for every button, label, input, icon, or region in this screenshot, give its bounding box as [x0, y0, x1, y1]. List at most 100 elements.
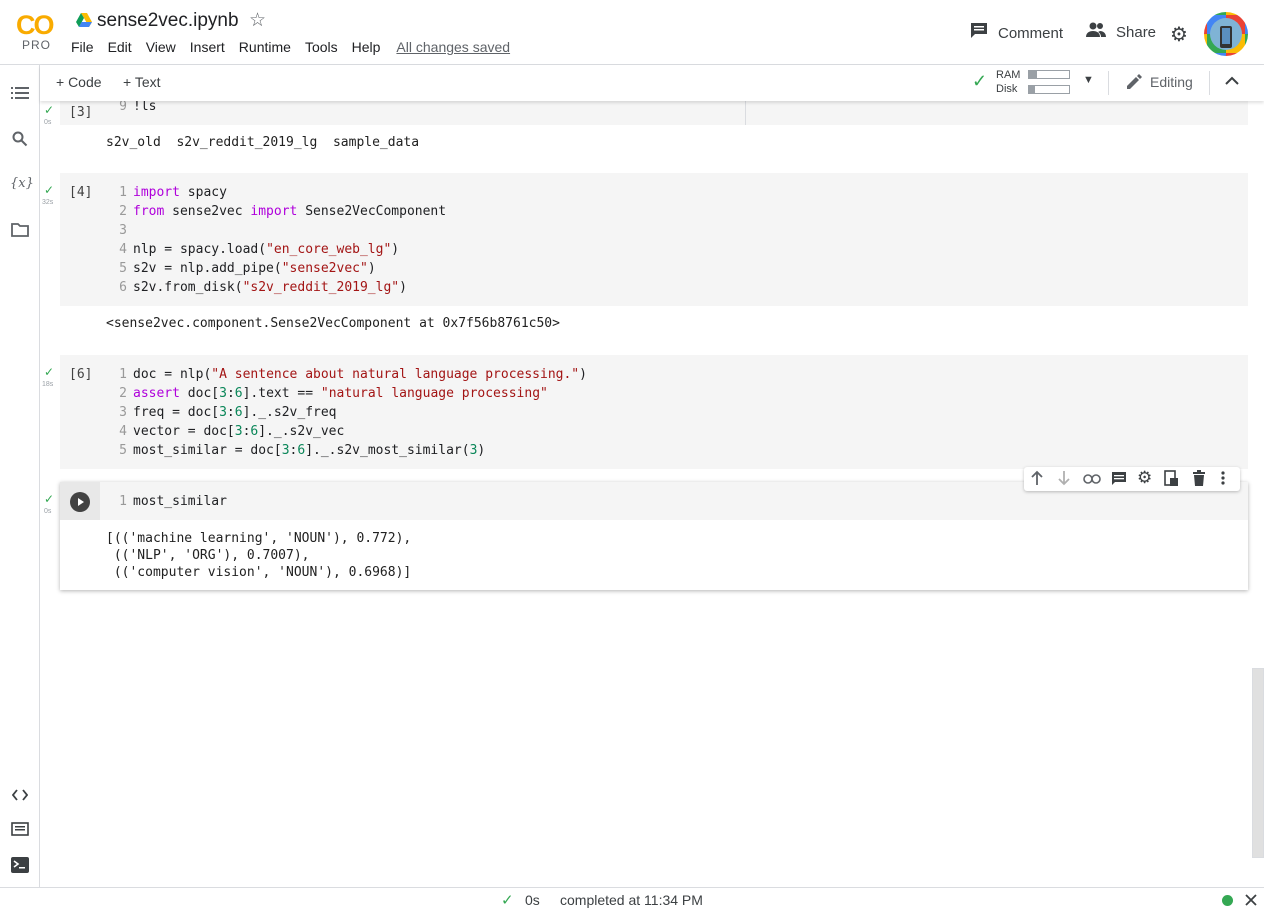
exec-count: [6] — [69, 367, 93, 382]
menu-view[interactable]: View — [146, 39, 176, 55]
variables-icon[interactable]: {x} — [10, 176, 34, 196]
menu-edit[interactable]: Edit — [108, 39, 132, 55]
success-check-icon: ✓ — [44, 365, 55, 379]
command-palette-icon[interactable] — [10, 822, 30, 842]
colab-logo[interactable]: CO PRO — [14, 10, 58, 54]
keyword: import — [133, 185, 180, 200]
string-literal: "natural language processing" — [320, 386, 548, 401]
string-literal: "s2v_reddit_2019_lg" — [242, 280, 400, 295]
exec-time: 18s — [42, 381, 54, 388]
comment-button[interactable]: Comment — [970, 22, 1063, 44]
output-line: (('computer vision', 'NOUN'), 0.6968)] — [106, 565, 412, 580]
code-line[interactable]: 4 nlp = spacy.load("en_core_web_lg") — [115, 242, 399, 257]
left-sidebar: {x} — [0, 65, 40, 887]
cell-output: [(('machine learning', 'NOUN'), 0.772), … — [106, 530, 411, 581]
line-number: 4 — [119, 242, 127, 257]
success-check-icon: ✓ — [44, 183, 55, 197]
add-code-button[interactable]: + Code — [56, 74, 102, 90]
status-exec-time: 0s — [525, 892, 540, 908]
line-number: 2 — [119, 386, 127, 401]
share-button[interactable]: Share — [1086, 22, 1156, 42]
star-icon[interactable]: ☆ — [249, 9, 266, 32]
line-number: 5 — [119, 261, 127, 276]
mirror-cell-icon[interactable] — [1164, 470, 1179, 492]
cell-output: <sense2vec.component.Sense2VecComponent … — [106, 316, 560, 331]
number-literal: 3 — [234, 424, 243, 439]
move-down-arrow-icon[interactable] — [1057, 470, 1071, 491]
cell-split-divider — [745, 101, 746, 125]
menu-insert[interactable]: Insert — [190, 39, 225, 55]
folder-icon[interactable] — [10, 223, 30, 243]
keyword: assert — [133, 386, 180, 401]
number-literal: 6 — [234, 405, 243, 420]
code-line[interactable]: 4 vector = doc[3:6]._.s2v_vec — [115, 424, 344, 439]
collapse-chevron-up-icon[interactable] — [1224, 73, 1240, 94]
save-status-link[interactable]: All changes saved — [396, 39, 510, 55]
menu-runtime[interactable]: Runtime — [239, 39, 291, 55]
ram-label: RAM — [996, 69, 1021, 81]
line-number: 2 — [119, 204, 127, 219]
toolbar-divider — [1209, 71, 1210, 95]
success-check-icon: ✓ — [44, 492, 55, 506]
line-number: 9 — [119, 101, 127, 114]
cell-settings-gear-icon[interactable]: ⚙ — [1137, 468, 1152, 488]
code-line[interactable]: 2 from sense2vec import Sense2VecComponen… — [115, 204, 446, 219]
close-icon[interactable] — [1245, 893, 1257, 909]
menu-file[interactable]: File — [71, 39, 94, 55]
code-cell[interactable] — [60, 101, 1248, 125]
code-line[interactable]: 5 most_similar = doc[3:6]._.s2v_most_simi… — [115, 443, 485, 458]
menu-tools[interactable]: Tools — [305, 39, 338, 55]
number-literal: 6 — [234, 386, 243, 401]
settings-gear-icon[interactable]: ⚙ — [1170, 22, 1188, 47]
share-label: Share — [1116, 23, 1157, 41]
number-literal: 3 — [219, 386, 227, 401]
user-avatar[interactable] — [1204, 12, 1248, 56]
comment-icon — [970, 22, 988, 44]
more-options-icon[interactable] — [1221, 470, 1225, 491]
code-line[interactable]: 5 s2v = nlp.add_pipe("sense2vec") — [115, 261, 375, 276]
scrollbar-thumb[interactable] — [1252, 668, 1264, 858]
disk-bar-fill — [1029, 86, 1035, 93]
google-drive-icon[interactable] — [76, 13, 92, 32]
code-snippets-icon[interactable] — [10, 788, 30, 808]
search-icon[interactable] — [10, 131, 30, 151]
menu-help[interactable]: Help — [352, 39, 381, 55]
app-header: CO PRO sense2vec.ipynb ☆ File Edit View … — [0, 0, 1264, 65]
exec-count: [4] — [69, 185, 93, 200]
output-line: [(('machine learning', 'NOUN'), 0.772), — [106, 531, 412, 546]
exec-time: 32s — [42, 199, 54, 206]
number-literal: 6 — [297, 443, 306, 458]
link-icon[interactable] — [1083, 472, 1101, 490]
notebook-title[interactable]: sense2vec.ipynb — [97, 10, 239, 32]
code-text: !ls — [133, 101, 157, 114]
cell-output: s2v_old s2v_reddit_2019_lg sample_data — [106, 135, 420, 150]
keyword: import — [250, 204, 298, 219]
code-line[interactable]: 1 import spacy — [115, 185, 227, 200]
resources-dropdown-icon[interactable]: ▼ — [1083, 74, 1094, 86]
string-literal: "en_core_web_lg" — [266, 242, 392, 257]
code-line[interactable]: 6 s2v.from_disk("s2v_reddit_2019_lg") — [115, 280, 407, 295]
move-up-arrow-icon[interactable] — [1030, 470, 1044, 491]
line-number: 1 — [119, 367, 127, 382]
code-line[interactable]: 1 doc = nlp("A sentence about natural lan… — [115, 367, 587, 382]
number-literal: 3 — [219, 405, 227, 420]
run-cell-button[interactable] — [70, 492, 90, 512]
code-line[interactable]: 3 — [115, 223, 133, 238]
code-line[interactable]: 3 freq = doc[3:6]._.s2v_freq — [115, 405, 336, 420]
comment-icon[interactable] — [1111, 471, 1127, 492]
disk-bar — [1028, 85, 1070, 94]
status-message: completed at 11:34 PM — [560, 892, 703, 908]
disk-label: Disk — [996, 83, 1018, 95]
terminal-icon[interactable] — [10, 857, 30, 877]
resource-monitor[interactable]: RAM Disk — [996, 68, 1020, 96]
delete-trash-icon[interactable] — [1192, 470, 1206, 491]
comment-label: Comment — [998, 24, 1064, 42]
code-line[interactable]: 1 most_similar — [115, 494, 227, 509]
code-line[interactable]: 2 assert doc[3:6].text == "natural langua… — [115, 386, 548, 401]
table-of-contents-icon[interactable] — [10, 85, 30, 105]
pencil-icon — [1126, 73, 1143, 95]
add-text-button[interactable]: + Text — [123, 74, 161, 90]
editing-mode-button[interactable]: Editing — [1150, 74, 1193, 90]
code-line[interactable]: 9 !ls — [115, 101, 156, 114]
line-number: 1 — [119, 494, 127, 509]
